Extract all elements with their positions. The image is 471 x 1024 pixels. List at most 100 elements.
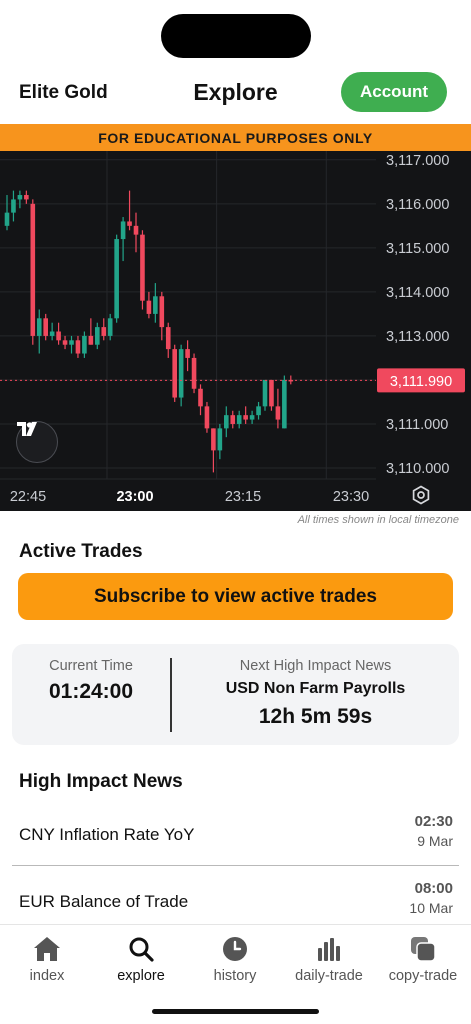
candle	[146, 300, 152, 314]
candlestick-chart[interactable]: 3,117.000 3,116.000 3,115.000 3,114.000 3,11…	[0, 151, 471, 511]
next-news-title: USD Non Farm Payrolls	[225, 680, 406, 697]
candle	[217, 428, 223, 451]
info-card: Current Time 01:24:00 Next High Impact N…	[12, 644, 459, 745]
educational-banner: FOR EDUCATIONAL PURPOSES ONLY	[0, 124, 471, 151]
candle	[269, 379, 274, 407]
subscribe-button[interactable]: Subscribe to view active trades	[18, 573, 453, 620]
candle	[24, 195, 29, 200]
candle	[56, 331, 61, 341]
chart-settings-icon[interactable]	[411, 485, 435, 509]
price-chart[interactable]: 3,117.000 3,116.000 3,115.000 3,114.000 3,11…	[0, 151, 471, 511]
bar-chart-icon	[282, 933, 376, 965]
search-icon	[94, 933, 188, 965]
candle	[256, 406, 261, 416]
clock-icon	[188, 933, 282, 965]
candle	[275, 406, 281, 420]
current-price-label: 3,111.990	[390, 374, 452, 390]
candle	[127, 221, 132, 226]
candle	[107, 318, 113, 336]
price-tick-label: 3,117.000	[386, 153, 449, 169]
candle	[36, 318, 42, 336]
candle	[43, 318, 48, 336]
price-tick-label: 3,111.000	[386, 417, 448, 433]
news-item[interactable]: EUR Balance of Trade 08:00 10 Mar	[12, 874, 459, 930]
news-item-time: 02:30 9 Mar	[415, 813, 453, 849]
candle	[198, 388, 203, 407]
copy-icon	[376, 933, 470, 965]
candle	[69, 340, 74, 345]
tab-label: explore	[117, 968, 165, 984]
candle	[165, 327, 171, 350]
tab-daily-trade[interactable]: daily-trade	[282, 933, 376, 984]
candle	[82, 335, 87, 354]
news-item-hour: 02:30	[414, 813, 453, 830]
tab-index[interactable]: index	[0, 933, 94, 984]
news-item-date: 9 Mar	[417, 833, 453, 849]
candle	[172, 349, 177, 398]
news-item-date: 10 Mar	[409, 900, 453, 916]
current-time-value: 01:24:00	[48, 680, 134, 703]
candle	[120, 221, 126, 240]
candle	[30, 203, 36, 336]
news-divider	[12, 865, 459, 866]
candle	[191, 357, 197, 389]
active-trades-title: Active Trades	[19, 541, 143, 562]
candle	[282, 379, 287, 429]
price-tick-label: 3,115.000	[386, 241, 449, 257]
candle	[262, 379, 268, 407]
tab-label: daily-trade	[295, 968, 363, 984]
timezone-note: All times shown in local timezone	[297, 514, 459, 526]
candle	[62, 340, 68, 345]
tab-explore[interactable]: explore	[94, 933, 188, 984]
candle	[75, 340, 81, 354]
price-tick-label: 3,116.000	[386, 197, 449, 213]
candle	[133, 225, 139, 235]
tab-label: history	[213, 968, 257, 984]
candle	[140, 234, 145, 301]
price-tick-label: 3,113.000	[386, 329, 449, 345]
time-tick-label: 23:30	[333, 489, 369, 505]
price-tick-label: 3,110.000	[386, 461, 449, 477]
price-tick-label: 3,114.000	[386, 285, 449, 301]
news-item-hour: 08:00	[414, 880, 453, 897]
time-tick-label: 23:00	[116, 489, 153, 505]
candle	[230, 415, 236, 424]
candle	[4, 212, 10, 226]
candle	[249, 415, 255, 420]
candle	[224, 415, 229, 429]
time-tick-label: 22:45	[10, 489, 46, 505]
account-button[interactable]: Account	[341, 72, 447, 112]
candle	[178, 349, 184, 398]
candle	[153, 296, 158, 314]
current-time-panel: Current Time 01:24:00	[12, 658, 170, 704]
app-header: Elite Gold Explore Account	[0, 70, 471, 116]
high-impact-news-title: High Impact News	[19, 771, 183, 792]
next-news-label: Next High Impact News	[239, 658, 392, 674]
tab-copy-trade[interactable]: copy-trade	[376, 933, 470, 984]
time-tick-label: 23:15	[225, 489, 261, 505]
candle	[243, 415, 248, 420]
news-item[interactable]: CNY Inflation Rate YoY 02:30 9 Mar	[12, 807, 459, 863]
device-notch	[161, 14, 311, 58]
candle	[159, 296, 165, 328]
brand-name: Elite Gold	[19, 82, 108, 103]
news-countdown: 12h 5m 59s	[258, 705, 373, 728]
tab-history[interactable]: history	[188, 933, 282, 984]
home-indicator	[152, 1009, 319, 1014]
home-icon	[0, 933, 94, 965]
next-news-panel: Next High Impact News USD Non Farm Payro…	[172, 658, 459, 729]
candle	[11, 199, 16, 213]
candle	[114, 239, 119, 319]
tradingview-logo-icon[interactable]	[16, 421, 58, 463]
candle	[185, 349, 190, 358]
candle	[211, 428, 216, 451]
candle	[17, 195, 23, 200]
candle	[101, 327, 107, 336]
current-time-label: Current Time	[49, 658, 133, 674]
news-item-time: 08:00 10 Mar	[409, 880, 453, 916]
candle	[95, 327, 100, 345]
tab-label: copy-trade	[388, 968, 458, 984]
candle	[49, 331, 55, 336]
tab-label: index	[29, 968, 65, 984]
candle	[204, 406, 210, 429]
